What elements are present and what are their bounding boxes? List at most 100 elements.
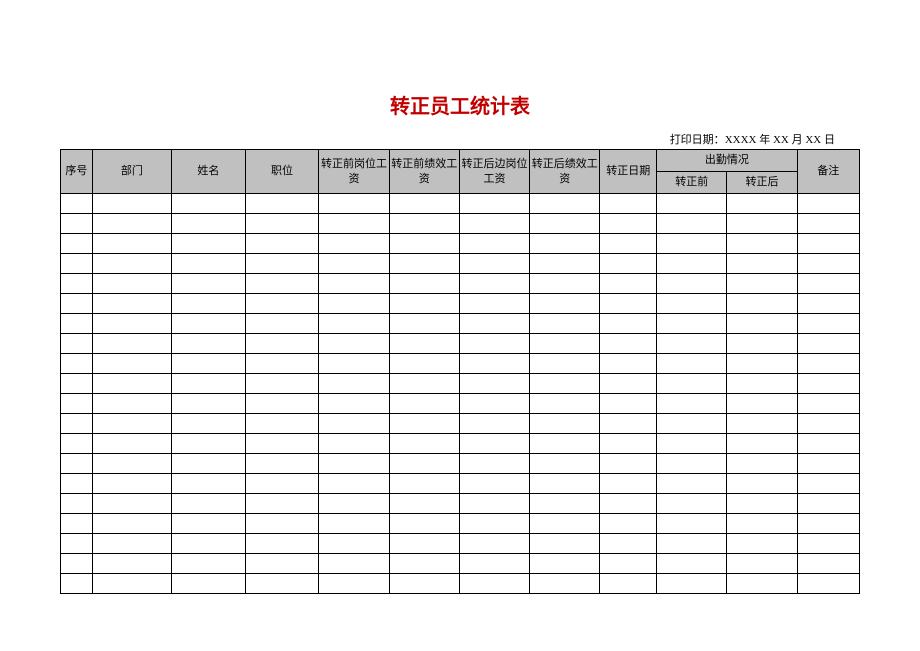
table-cell bbox=[657, 334, 727, 354]
table-row bbox=[61, 334, 860, 354]
table-cell bbox=[797, 434, 859, 454]
table-cell bbox=[530, 374, 600, 394]
table-row bbox=[61, 314, 860, 334]
table-row bbox=[61, 434, 860, 454]
table-cell bbox=[245, 314, 319, 334]
table-cell bbox=[797, 354, 859, 374]
table-cell bbox=[389, 454, 459, 474]
table-cell bbox=[727, 334, 797, 354]
table-cell bbox=[389, 394, 459, 414]
table-cell bbox=[797, 574, 859, 594]
table-cell bbox=[92, 554, 171, 574]
table-cell bbox=[61, 454, 93, 474]
table-cell bbox=[657, 574, 727, 594]
table-cell bbox=[172, 434, 246, 454]
table-cell bbox=[600, 414, 657, 434]
table-cell bbox=[657, 454, 727, 474]
th-pre-post-salary: 转正前岗位工资 bbox=[319, 150, 389, 194]
table-cell bbox=[657, 534, 727, 554]
table-cell bbox=[92, 474, 171, 494]
table-cell bbox=[797, 394, 859, 414]
table-cell bbox=[389, 414, 459, 434]
table-cell bbox=[389, 254, 459, 274]
table-cell bbox=[245, 334, 319, 354]
table-cell bbox=[389, 274, 459, 294]
table-cell bbox=[797, 494, 859, 514]
table-cell bbox=[657, 434, 727, 454]
table-cell bbox=[319, 514, 389, 534]
table-cell bbox=[61, 374, 93, 394]
print-date-value: XXXX 年 XX 月 XX 日 bbox=[725, 134, 835, 146]
table-cell bbox=[172, 414, 246, 434]
table-cell bbox=[459, 274, 529, 294]
table-cell bbox=[459, 534, 529, 554]
table-cell bbox=[657, 474, 727, 494]
table-cell bbox=[92, 314, 171, 334]
table-cell bbox=[389, 494, 459, 514]
table-cell bbox=[319, 554, 389, 574]
table-cell bbox=[600, 294, 657, 314]
table-cell bbox=[600, 274, 657, 294]
table-cell bbox=[657, 354, 727, 374]
table-cell bbox=[319, 234, 389, 254]
table-cell bbox=[245, 234, 319, 254]
table-cell bbox=[172, 194, 246, 214]
table-cell bbox=[61, 574, 93, 594]
table-row bbox=[61, 514, 860, 534]
table-cell bbox=[245, 294, 319, 314]
table-cell bbox=[727, 274, 797, 294]
table-cell bbox=[727, 554, 797, 574]
table-cell bbox=[319, 454, 389, 474]
table-cell bbox=[245, 454, 319, 474]
table-cell bbox=[319, 194, 389, 214]
table-cell bbox=[797, 294, 859, 314]
table-cell bbox=[600, 354, 657, 374]
table-cell bbox=[319, 214, 389, 234]
table-cell bbox=[727, 494, 797, 514]
table-cell bbox=[389, 534, 459, 554]
table-cell bbox=[530, 574, 600, 594]
table-cell bbox=[389, 354, 459, 374]
table-cell bbox=[797, 514, 859, 534]
table-cell bbox=[657, 274, 727, 294]
table-cell bbox=[459, 374, 529, 394]
table-row bbox=[61, 394, 860, 414]
th-seq: 序号 bbox=[61, 150, 93, 194]
table-cell bbox=[245, 494, 319, 514]
th-dept: 部门 bbox=[92, 150, 171, 194]
th-remark: 备注 bbox=[797, 150, 859, 194]
table-cell bbox=[727, 234, 797, 254]
table-cell bbox=[389, 474, 459, 494]
table-cell bbox=[389, 214, 459, 234]
table-cell bbox=[319, 354, 389, 374]
table-cell bbox=[172, 234, 246, 254]
table-cell bbox=[61, 274, 93, 294]
table-cell bbox=[319, 534, 389, 554]
table-cell bbox=[319, 294, 389, 314]
table-cell bbox=[459, 194, 529, 214]
table-cell bbox=[530, 294, 600, 314]
table-cell bbox=[727, 454, 797, 474]
table-cell bbox=[459, 474, 529, 494]
table-cell bbox=[389, 554, 459, 574]
table-cell bbox=[245, 474, 319, 494]
table-cell bbox=[797, 534, 859, 554]
table-cell bbox=[92, 434, 171, 454]
th-reg-date: 转正日期 bbox=[600, 150, 657, 194]
table-cell bbox=[389, 194, 459, 214]
table-cell bbox=[459, 334, 529, 354]
table-cell bbox=[797, 234, 859, 254]
table-cell bbox=[600, 314, 657, 334]
table-cell bbox=[61, 394, 93, 414]
table-cell bbox=[389, 234, 459, 254]
table-cell bbox=[600, 234, 657, 254]
table-cell bbox=[319, 414, 389, 434]
table-cell bbox=[319, 434, 389, 454]
table-cell bbox=[530, 274, 600, 294]
table-cell bbox=[459, 434, 529, 454]
table-cell bbox=[319, 334, 389, 354]
table-cell bbox=[459, 394, 529, 414]
table-cell bbox=[797, 554, 859, 574]
page-title: 转正员工统计表 bbox=[60, 90, 860, 119]
table-cell bbox=[245, 554, 319, 574]
